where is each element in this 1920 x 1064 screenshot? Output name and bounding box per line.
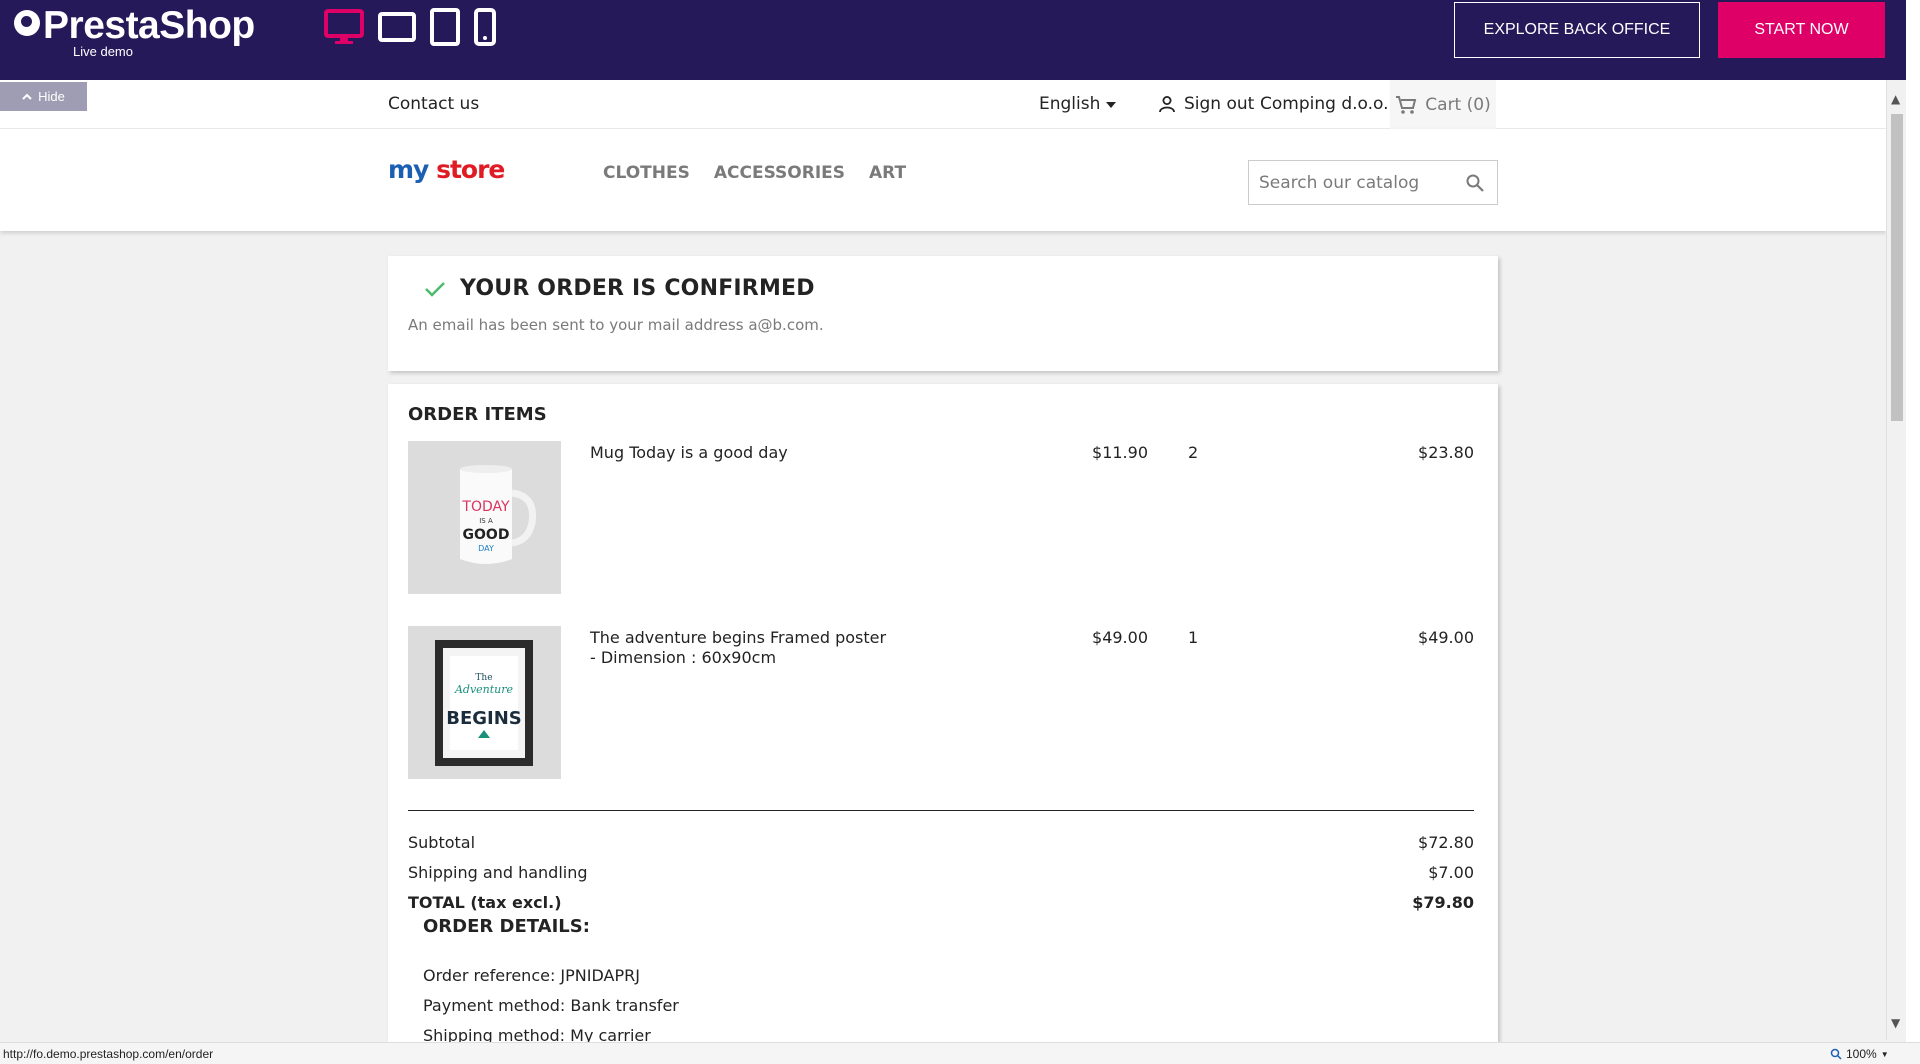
tablet-portrait-icon[interactable] xyxy=(430,8,460,46)
total-row: TOTAL (tax excl.) $79.80 xyxy=(408,893,1474,912)
menu-item-art[interactable]: ART xyxy=(869,163,906,183)
menu-item-accessories[interactable]: ACCESSORIES xyxy=(714,163,845,183)
cart-button[interactable]: Cart (0) xyxy=(1390,80,1496,129)
summary-divider xyxy=(408,810,1474,811)
zoom-icon xyxy=(1830,1048,1842,1060)
svg-text:TODAY: TODAY xyxy=(461,499,510,515)
sign-out-label: Sign out xyxy=(1184,94,1255,114)
menu-item-clothes[interactable]: CLOTHES xyxy=(603,163,690,183)
order-details-title: ORDER DETAILS: xyxy=(423,916,590,937)
search-icon[interactable] xyxy=(1465,173,1485,193)
prestashop-puffin-icon xyxy=(14,10,40,36)
confirmation-email-note: An email has been sent to your mail addr… xyxy=(408,316,824,334)
caret-down-icon xyxy=(1106,102,1117,108)
scrollbar-thumb[interactable] xyxy=(1891,114,1903,421)
svg-text:DAY: DAY xyxy=(478,544,494,553)
svg-text:Adventure: Adventure xyxy=(454,683,514,696)
account-link[interactable]: Comping d.o.o. xyxy=(1260,94,1389,114)
framed-poster-image: The Adventure BEGINS xyxy=(408,626,561,779)
tablet-landscape-icon[interactable] xyxy=(378,8,416,46)
order-items-card: ORDER ITEMS TODAY IS A GOOD DAY Mug Toda… xyxy=(388,384,1498,1064)
item-quantity: 2 xyxy=(1188,443,1199,462)
main-menu: CLOTHES ACCESSORIES ART xyxy=(603,163,906,183)
my-store-logo[interactable]: my store xyxy=(388,155,505,184)
item-quantity: 1 xyxy=(1188,628,1199,647)
total-label: TOTAL (tax excl.) xyxy=(408,893,562,912)
language-label: English xyxy=(1039,94,1101,114)
demo-top-bar: PrestaShop Live demo EXPLORE BACK OFFICE… xyxy=(0,0,1920,80)
item-unit-price: $49.00 xyxy=(1092,628,1148,647)
item-name: Mug Today is a good day xyxy=(590,443,788,462)
sign-out-link[interactable]: Sign out xyxy=(1158,94,1254,114)
prestashop-logo[interactable]: PrestaShop Live demo xyxy=(14,6,255,59)
subtotal-label: Subtotal xyxy=(408,833,476,852)
chevron-down-icon: ▼ xyxy=(1880,1049,1889,1059)
hide-label: Hide xyxy=(38,89,65,104)
order-confirmation-card: YOUR ORDER IS CONFIRMED An email has bee… xyxy=(388,256,1498,371)
search-placeholder: Search our catalog xyxy=(1259,172,1420,193)
browser-status-bar: http://fo.demo.prestashop.com/en/order 1… xyxy=(0,1042,1920,1064)
desktop-icon[interactable] xyxy=(324,8,364,46)
logo-store: store xyxy=(436,155,505,184)
check-icon xyxy=(425,281,445,297)
explore-back-office-button[interactable]: EXPLORE BACK OFFICE xyxy=(1454,2,1700,58)
subtotal-value: $72.80 xyxy=(1418,833,1474,852)
item-total: $49.00 xyxy=(1418,628,1474,647)
contact-us-link[interactable]: Contact us xyxy=(388,94,479,114)
shipping-row: Shipping and handling $7.00 xyxy=(408,863,1474,882)
item-name: The adventure begins Framed poster - Dim… xyxy=(590,628,887,667)
mobile-icon[interactable] xyxy=(474,8,496,46)
zoom-level: 100% xyxy=(1846,1047,1877,1061)
svg-text:BEGINS: BEGINS xyxy=(446,708,522,729)
shipping-label: Shipping and handling xyxy=(408,863,588,882)
item-unit-price: $11.90 xyxy=(1092,443,1148,462)
store-header: my store CLOTHES ACCESSORIES ART Search … xyxy=(0,129,1886,231)
logo-my: my xyxy=(388,155,429,184)
order-items-title: ORDER ITEMS xyxy=(408,404,547,425)
page-scrollbar[interactable]: ▲ ▼ xyxy=(1886,80,1906,1040)
prestashop-logo-title: PrestaShop xyxy=(43,4,255,47)
payment-method: Payment method: Bank transfer xyxy=(423,996,679,1015)
user-icon xyxy=(1159,96,1175,113)
store-top-nav: Contact us English Sign out Comping d.o.… xyxy=(0,80,1886,129)
order-reference: Order reference: JPNIDAPRJ xyxy=(423,966,640,985)
confirmation-title: YOUR ORDER IS CONFIRMED xyxy=(424,276,815,301)
confirmation-title-text: YOUR ORDER IS CONFIRMED xyxy=(460,276,815,301)
item-total: $23.80 xyxy=(1418,443,1474,462)
search-input[interactable]: Search our catalog xyxy=(1248,160,1498,205)
scroll-up-icon[interactable]: ▲ xyxy=(1891,92,1900,106)
cart-icon xyxy=(1396,95,1417,114)
svg-text:The: The xyxy=(475,673,492,683)
svg-text:IS A: IS A xyxy=(479,517,493,525)
cart-label: Cart (0) xyxy=(1425,94,1491,115)
order-item: TODAY IS A GOOD DAY Mug Today is a good … xyxy=(408,441,1474,594)
window-edge xyxy=(1906,0,1920,1064)
language-selector[interactable]: English xyxy=(1039,94,1117,114)
device-switcher xyxy=(324,8,496,46)
mug-image: TODAY IS A GOOD DAY xyxy=(408,441,561,594)
zoom-control[interactable]: 100% ▼ xyxy=(1830,1047,1889,1061)
svg-text:GOOD: GOOD xyxy=(463,527,510,543)
start-now-button[interactable]: START NOW xyxy=(1718,2,1885,58)
order-item: The Adventure BEGINS The adventure begin… xyxy=(408,626,1474,779)
subtotal-row: Subtotal $72.80 xyxy=(408,833,1474,852)
hide-demo-bar-button[interactable]: Hide xyxy=(0,82,87,111)
scroll-down-icon[interactable]: ▼ xyxy=(1891,1016,1900,1030)
shipping-value: $7.00 xyxy=(1428,863,1474,882)
status-url: http://fo.demo.prestashop.com/en/order xyxy=(3,1047,214,1061)
chevron-up-icon xyxy=(22,93,32,100)
total-value: $79.80 xyxy=(1412,893,1474,912)
